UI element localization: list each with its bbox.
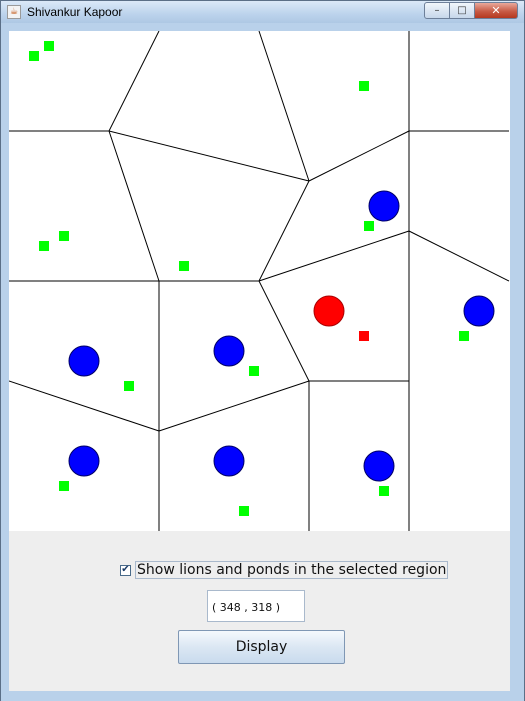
lion — [213, 445, 245, 477]
show-lions-option[interactable]: ✔ Show lions and ponds in the selected r… — [120, 560, 449, 580]
coordinate-field[interactable]: ( 348 , 318 ) — [207, 590, 305, 622]
cell-edge — [108, 130, 160, 282]
window-title: Shivankur Kapoor — [27, 5, 123, 19]
pond — [179, 261, 189, 271]
maximize-button[interactable]: □ — [450, 2, 475, 19]
java-icon: ☕ — [7, 5, 21, 19]
minimize-button[interactable]: – — [424, 2, 450, 19]
cell-edge — [108, 130, 310, 182]
pond — [29, 51, 39, 61]
cell-edge — [258, 280, 310, 382]
cell-edge — [308, 130, 410, 182]
pond — [44, 41, 54, 51]
maximize-icon: □ — [457, 4, 467, 16]
cell-edge — [9, 380, 160, 432]
lion — [363, 450, 395, 482]
checkmark-icon: ✔ — [121, 564, 130, 575]
pond — [249, 366, 259, 376]
voronoi-map[interactable] — [9, 31, 510, 531]
lion — [68, 345, 100, 377]
show-lions-checkbox[interactable]: ✔ — [120, 564, 131, 576]
cell-edge — [258, 230, 410, 282]
close-icon: ✕ — [491, 4, 501, 17]
lion — [368, 190, 400, 222]
selected-pond — [359, 331, 369, 341]
title-bar[interactable]: ☕ Shivankur Kapoor – □ ✕ — [1, 1, 524, 23]
close-button[interactable]: ✕ — [475, 2, 518, 19]
pond — [39, 241, 49, 251]
pond — [59, 231, 69, 241]
minimize-icon: – — [434, 4, 440, 16]
window-bottom-border — [1, 691, 524, 701]
selected-lion — [313, 295, 345, 327]
cell-edge — [108, 31, 160, 132]
window-content: ✔ Show lions and ponds in the selected r… — [9, 31, 510, 691]
cell-edge — [258, 180, 310, 282]
cell-edge — [158, 380, 310, 432]
app-window: ☕ Shivankur Kapoor – □ ✕ ✔ Show lions an… — [0, 0, 525, 701]
pond — [59, 481, 69, 491]
pond — [359, 81, 369, 91]
pond — [459, 331, 469, 341]
display-button[interactable]: Display — [178, 630, 345, 664]
pond — [379, 486, 389, 496]
cell-edge — [258, 31, 310, 182]
cell-edge — [408, 230, 510, 282]
pond — [364, 221, 374, 231]
lion — [213, 335, 245, 367]
lion — [463, 295, 495, 327]
pond — [124, 381, 134, 391]
voronoi-map-panel[interactable] — [9, 31, 510, 531]
controls-panel: ✔ Show lions and ponds in the selected r… — [9, 531, 510, 691]
window-controls: – □ ✕ — [424, 2, 518, 19]
lion — [68, 445, 100, 477]
show-lions-label[interactable]: Show lions and ponds in the selected reg… — [135, 561, 449, 579]
pond — [239, 506, 249, 516]
